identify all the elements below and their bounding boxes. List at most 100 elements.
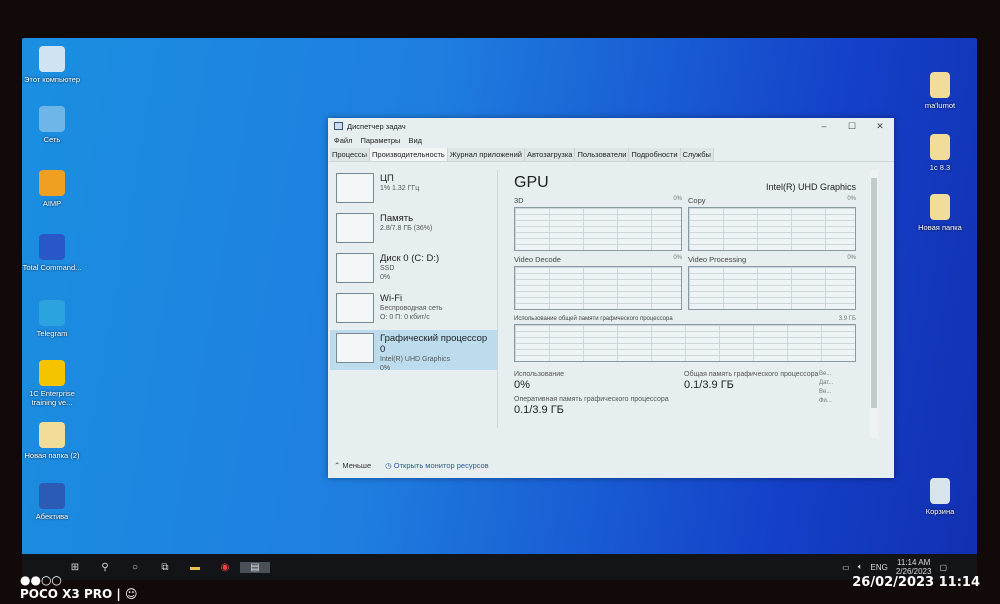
- battery-icon[interactable]: ▭: [842, 563, 850, 572]
- desktop-icon-label: Этот компьютер: [23, 75, 81, 84]
- usage-value: 0%: [514, 379, 530, 391]
- desktop-icon-label: Новая папка (2): [24, 451, 80, 460]
- desktop-icon[interactable]: Сеть: [22, 106, 82, 144]
- sidebar-item-sub: Intel(R) UHD Graphics: [380, 356, 451, 363]
- tab[interactable]: Производительность: [370, 148, 448, 161]
- sidebar-item-sub: 1% 1.32 ГГц: [380, 185, 420, 192]
- cortana-icon[interactable]: ○: [120, 562, 150, 573]
- task-manager-icon: [334, 122, 343, 130]
- engine-panel: Copy 0%: [688, 192, 856, 251]
- tab[interactable]: Пользователи: [575, 148, 630, 161]
- engine-panel: Video Processing 0%: [688, 251, 856, 310]
- task-manager-taskbar-icon[interactable]: ▤: [240, 561, 270, 573]
- fewer-details-button[interactable]: ⌃ Меньше: [334, 461, 371, 470]
- desktop-icon-image: [39, 170, 65, 196]
- dedicated-memory-value: 0.1/3.9 ГБ: [514, 404, 564, 416]
- menu-file[interactable]: Файл: [334, 136, 352, 146]
- engine-panel: 3D 0%: [514, 192, 682, 251]
- sidebar-item-sub: SSD: [380, 265, 395, 272]
- tab[interactable]: Журнал приложений: [447, 148, 525, 161]
- sidebar-item-title: Память: [380, 213, 414, 224]
- usage-label: Использование: [514, 371, 565, 378]
- desktop-icon[interactable]: Корзина: [910, 478, 970, 516]
- photo-timestamp: 26/02/2023 11:14: [852, 575, 980, 590]
- engine-percent: 0%: [673, 255, 682, 261]
- sidebar-item-sub2: 0%: [380, 274, 391, 281]
- engine-dropdown[interactable]: Video Processing: [688, 255, 746, 264]
- tab[interactable]: Автозагрузка: [524, 148, 576, 161]
- property-key: Ве...: [819, 389, 832, 395]
- desktop-icon[interactable]: 1c 8.3: [910, 134, 970, 172]
- tab[interactable]: Подробности: [629, 148, 681, 161]
- engine-graph: [514, 266, 682, 310]
- sidebar-thumbnail-graph: [336, 213, 374, 243]
- desktop: Этот компьютер Сеть AIMP Total Command... Te…: [22, 38, 977, 580]
- maximize-button[interactable]: ☐: [838, 121, 866, 132]
- engine-percent: 0%: [847, 255, 856, 261]
- sidebar-thumbnail-graph: [336, 293, 374, 323]
- shared-memory-label: Общая память графического процессора: [684, 371, 819, 378]
- tab[interactable]: Службы: [680, 148, 714, 161]
- desktop-icon[interactable]: 1C Enterprise training ve...: [22, 360, 82, 407]
- engine-dropdown[interactable]: 3D: [514, 196, 524, 205]
- sidebar-item[interactable]: Wi-Fi Беспроводная сеть О: 0 П: 0 кбит/с: [330, 290, 497, 330]
- desktop-icon-label: Сеть: [43, 135, 61, 144]
- camera-watermark: ●●○○ POCO X3 PRO | ☺: [20, 573, 138, 601]
- window-title: Диспетчер задач: [347, 121, 406, 131]
- gpu-panel: GPU Intel(R) UHD Graphics 3D 0% Copy 0% Vide…: [500, 170, 870, 438]
- desktop-icon-image: [39, 46, 65, 72]
- sidebar-item-title: Графический процессор 0: [380, 333, 488, 355]
- engine-dropdown[interactable]: Video Decode: [514, 255, 561, 264]
- engine-percent: 0%: [847, 196, 856, 202]
- language-indicator[interactable]: ENG: [871, 563, 888, 572]
- desktop-icon[interactable]: Новая папка (2): [22, 422, 82, 460]
- clock-time: 11:14 AM: [897, 558, 931, 567]
- desktop-icon-image: [39, 422, 65, 448]
- sidebar-item[interactable]: Графический процессор 0 Intel(R) UHD Grap…: [330, 330, 497, 372]
- search-icon[interactable]: ⚲: [90, 562, 120, 573]
- desktop-icon-image: [39, 234, 65, 260]
- gpu-model: Intel(R) UHD Graphics: [765, 182, 856, 192]
- sidebar-thumbnail-graph: [336, 173, 374, 203]
- desktop-icon-image: [39, 106, 65, 132]
- volume-icon[interactable]: 🔈︎: [858, 562, 863, 572]
- shared-memory-max: 3.9 ГБ: [838, 316, 856, 322]
- engine-dropdown[interactable]: Copy: [688, 196, 706, 205]
- open-resource-monitor-link[interactable]: ◷ Открыть монитор ресурсов: [385, 461, 489, 470]
- sidebar-item[interactable]: Память 2.8/7.8 ГБ (36%): [330, 210, 497, 250]
- clock[interactable]: 11:14 AM 2/26/2023: [896, 558, 932, 576]
- desktop-icon[interactable]: Telegram: [22, 300, 82, 338]
- close-button[interactable]: ✕: [866, 121, 894, 132]
- desktop-icon[interactable]: Абектива: [22, 483, 82, 521]
- desktop-icon-image: [39, 483, 65, 509]
- desktop-icon[interactable]: Total Command...: [22, 234, 82, 272]
- sidebar-item[interactable]: Диск 0 (C: D:) SSD 0%: [330, 250, 497, 290]
- scrollbar[interactable]: [870, 170, 878, 438]
- sidebar-item-title: Wi-Fi: [380, 293, 403, 304]
- task-view-icon[interactable]: ⧉: [150, 562, 180, 573]
- property-key: Фи...: [819, 398, 832, 404]
- engine-graph: [688, 207, 856, 251]
- file-explorer-icon[interactable]: ▬: [180, 562, 210, 573]
- shared-memory-graph-label: Использование общей памяти графического …: [514, 316, 673, 322]
- tab[interactable]: Процессы: [330, 148, 371, 161]
- sidebar-item[interactable]: ЦП 1% 1.32 ГГц: [330, 170, 497, 210]
- sidebar-item-sub: Беспроводная сеть: [380, 305, 443, 312]
- desktop-icon[interactable]: ma'lumot: [910, 72, 970, 110]
- chrome-icon[interactable]: ◉: [210, 562, 240, 573]
- desktop-icon-label: 1c 8.3: [929, 163, 951, 172]
- start-button[interactable]: ⊞: [60, 562, 90, 573]
- menu-view[interactable]: Вид: [408, 136, 422, 146]
- sidebar-item-sub: 2.8/7.8 ГБ (36%): [380, 225, 433, 232]
- engine-panel: Video Decode 0%: [514, 251, 682, 310]
- sidebar-thumbnail-graph: [336, 333, 374, 363]
- desktop-icon[interactable]: Этот компьютер: [22, 46, 82, 84]
- desktop-icon[interactable]: AIMP: [22, 170, 82, 208]
- recycle-bin-icon: [930, 478, 950, 504]
- minimize-button[interactable]: –: [810, 121, 838, 132]
- sidebar-item-title: ЦП: [380, 173, 394, 184]
- desktop-icon[interactable]: Новая папка: [910, 194, 970, 232]
- notifications-icon[interactable]: ▢: [939, 563, 947, 572]
- menu-options[interactable]: Параметры: [360, 136, 400, 146]
- sidebar-item-sub2: О: 0 П: 0 кбит/с: [380, 314, 430, 321]
